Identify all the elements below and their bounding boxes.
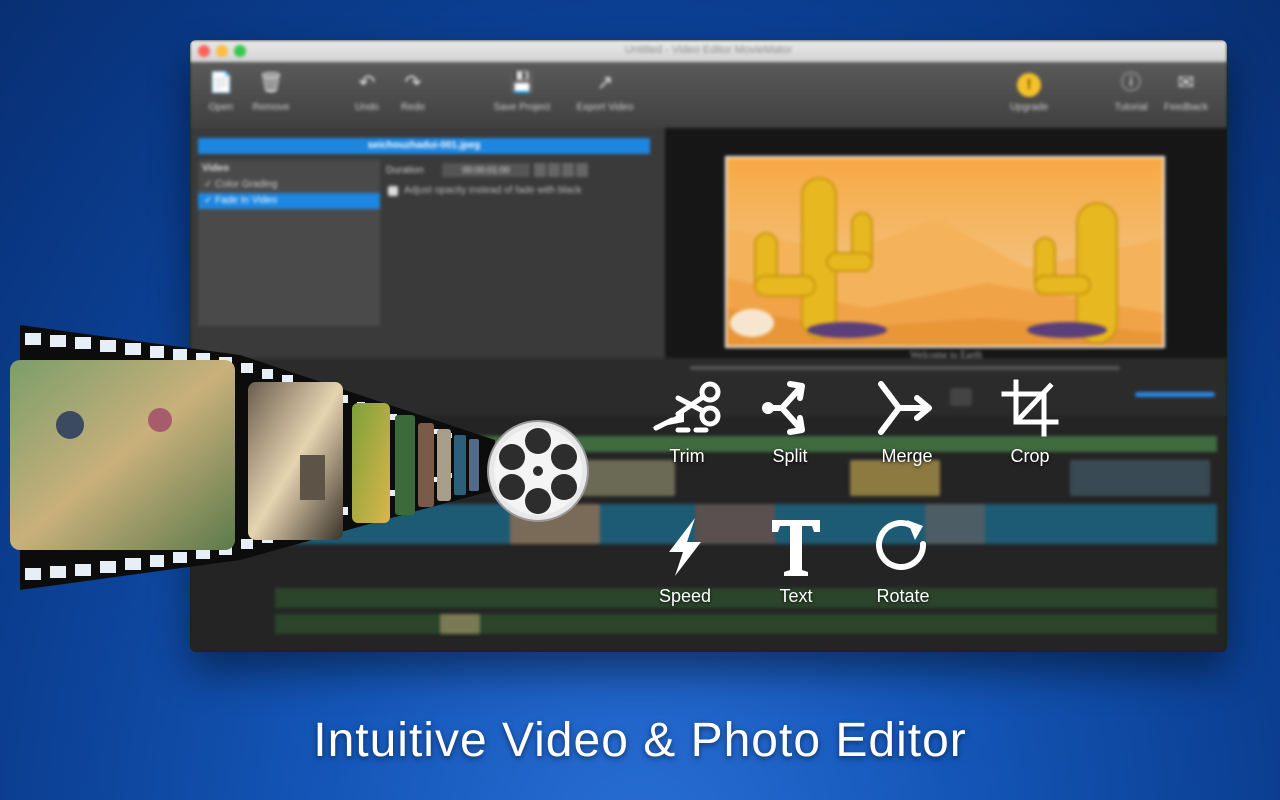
toolbar: 📄 Open 🗑 Remove ↶ Undo ↷ Redo 💾 Save Pro… xyxy=(190,62,1227,129)
duration-stepper[interactable] xyxy=(548,163,560,177)
merge-feature[interactable]: Merge xyxy=(852,376,962,467)
duration-label: Duration xyxy=(386,165,424,176)
help-icon: ⓘ xyxy=(1121,72,1141,94)
text-label: Text xyxy=(779,586,813,606)
remove-button[interactable]: 🗑 Remove xyxy=(240,70,302,113)
film-reel-icon xyxy=(487,420,589,522)
window-title: Untitled - Video Editor MovieMator xyxy=(624,44,793,56)
merge-label: Merge xyxy=(881,446,933,466)
selected-file-name: seichouzhadui-001.jpeg xyxy=(198,138,650,154)
filter-list: Video ✓ Color Grading ✓ Fade In Video xyxy=(198,160,380,326)
trim-label: Trim xyxy=(669,446,705,466)
speed-feature[interactable]: Speed xyxy=(630,514,740,607)
save-project-button[interactable]: 💾 Save Project xyxy=(487,70,557,113)
volume-slider[interactable] xyxy=(1135,392,1215,397)
feedback-label: Feedback xyxy=(1164,102,1208,113)
split-icon xyxy=(762,381,805,435)
upgrade-button[interactable]: ! Upgrade xyxy=(998,70,1060,113)
lightning-icon xyxy=(669,518,701,576)
redo-icon: ↷ xyxy=(404,72,422,94)
speed-label: Speed xyxy=(658,586,712,606)
merge-icon xyxy=(878,381,932,435)
upgrade-label: Upgrade xyxy=(1009,102,1049,113)
remove-label: Remove xyxy=(252,102,290,113)
tutorial-button[interactable]: ⓘ Tutorial xyxy=(1100,70,1162,113)
redo-label: Redo xyxy=(401,102,425,113)
filter-item[interactable]: ✓ Color Grading xyxy=(198,177,380,193)
duration-stepper[interactable] xyxy=(576,163,588,177)
filter-item-selected[interactable]: ✓ Fade In Video xyxy=(198,193,380,209)
filter-item-label: Color Grading xyxy=(215,179,278,190)
export-video-label: Export Video xyxy=(576,102,634,113)
save-project-label: Save Project xyxy=(493,102,551,113)
mail-icon: ✉ xyxy=(1177,72,1195,94)
title-bar: Untitled - Video Editor MovieMator xyxy=(190,40,1227,63)
video-preview: Welcome to Earth xyxy=(665,128,1227,361)
playback-scrubber[interactable] xyxy=(690,366,1120,370)
duration-stepper[interactable] xyxy=(534,163,546,177)
crop-icon xyxy=(1001,379,1059,437)
split-feature[interactable]: Split xyxy=(735,376,845,467)
rotate-feature[interactable]: Rotate xyxy=(848,514,958,607)
split-label: Split xyxy=(772,446,808,466)
crop-label: Crop xyxy=(1010,446,1050,466)
trim-feature[interactable]: Trim xyxy=(632,378,742,467)
desert-cactus-image xyxy=(727,158,1163,346)
video-clip[interactable] xyxy=(1070,460,1210,496)
feedback-button[interactable]: ✉ Feedback xyxy=(1155,70,1217,113)
rotate-icon xyxy=(876,519,927,570)
kids-photo-frame xyxy=(10,360,235,550)
audio-track-2 xyxy=(275,614,1217,634)
film-strip-graphic xyxy=(10,325,589,590)
fade-opacity-checkbox[interactable] xyxy=(388,186,398,196)
tutorial-label: Tutorial xyxy=(1114,102,1148,113)
fade-opacity-label: Adjust opacity instead of fade with blac… xyxy=(404,185,582,196)
text-feature[interactable]: Text xyxy=(741,514,851,607)
trash-icon: 🗑 xyxy=(258,72,284,94)
filter-item-label: Fade In Video xyxy=(215,195,278,206)
tagline: Intuitive Video & Photo Editor xyxy=(313,714,967,767)
rotate-label: Rotate xyxy=(876,586,930,606)
redo-button[interactable]: ↷ Redo xyxy=(382,70,444,113)
export-video-button[interactable]: ↗ Export Video xyxy=(568,70,642,113)
upgrade-icon: ! xyxy=(1017,73,1041,97)
audio-clip[interactable] xyxy=(440,614,480,634)
duration-stepper[interactable] xyxy=(562,163,574,177)
duration-field[interactable]: 00:00:01:00 xyxy=(442,163,530,177)
save-icon: 💾 xyxy=(509,72,535,94)
scissors-icon xyxy=(652,381,721,433)
text-icon xyxy=(772,520,820,576)
filter-category: Video xyxy=(202,163,230,174)
export-icon: ↗ xyxy=(596,72,614,94)
crop-feature[interactable]: Crop xyxy=(975,378,1085,467)
preview-frame xyxy=(725,156,1165,348)
